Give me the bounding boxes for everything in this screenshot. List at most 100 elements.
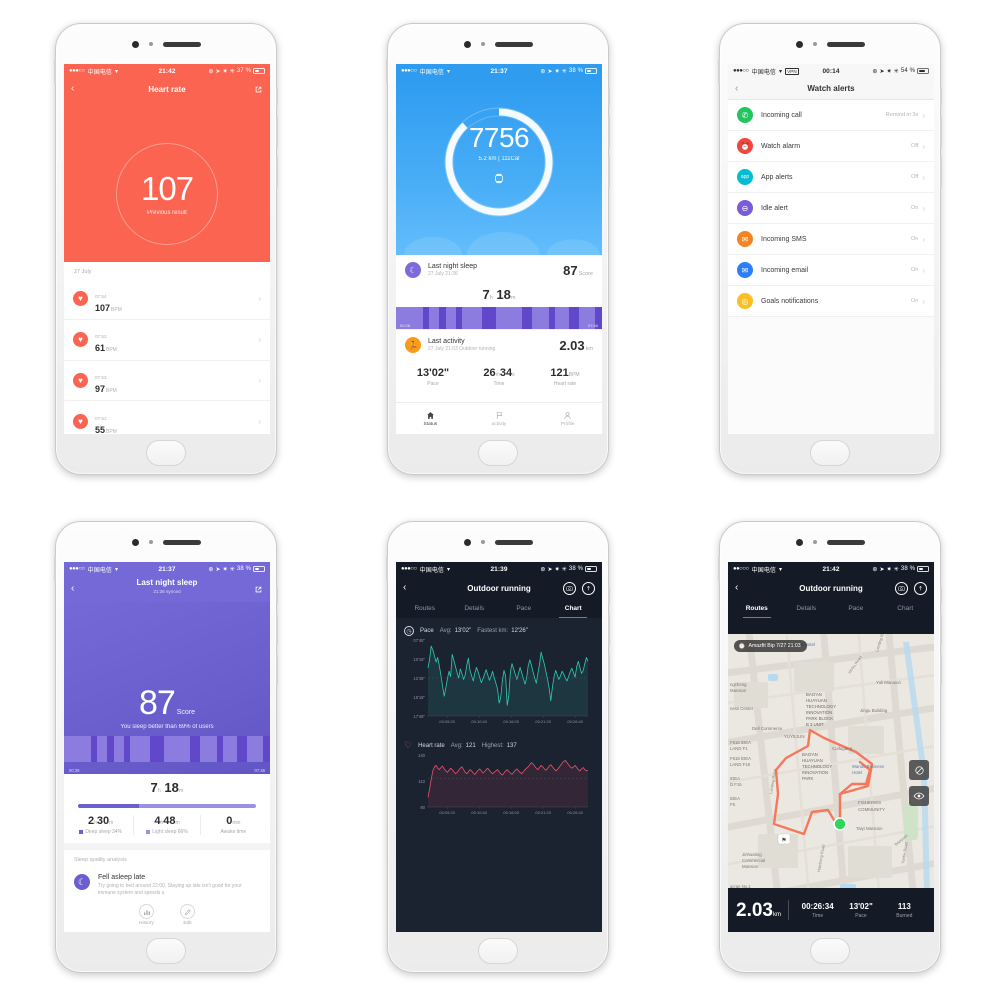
svg-text:00:16:00: 00:16:00 (503, 810, 519, 815)
svg-text:00:26:40: 00:26:40 (567, 719, 583, 724)
tab-chart[interactable]: Chart (881, 600, 931, 618)
no-satellite-icon[interactable] (909, 760, 929, 780)
history-button[interactable]: History (139, 904, 154, 926)
external-link-icon[interactable] (254, 585, 263, 594)
sleep-summary-card[interactable]: ☾ Last night sleep 27 July 21:36 87Score… (396, 255, 602, 329)
svg-text:Dell Commerce: Dell Commerce (752, 726, 783, 731)
chart-metric-avg-value: 13'02" (454, 628, 472, 634)
tab-status[interactable]: Status (396, 403, 465, 434)
stat-unit: min (232, 820, 241, 826)
table-row[interactable]: ♥ 07:53 61BPM › (64, 320, 270, 361)
wifi-icon: ▾ (115, 68, 119, 75)
steps-sub: 5.2 km | 111Cal (478, 156, 520, 162)
watch-icon: ⌚ (738, 643, 746, 650)
upload-icon[interactable] (914, 581, 927, 595)
bottom-tab-bar: Status activity Profile (396, 402, 602, 434)
heart-rate-chart-block: ♡ Heart rate Avg: 121 Highest: 137 140 11… (396, 736, 602, 827)
activity-summary-card[interactable]: 🏃 Last activity 27 July 21:03 Outdoor ru… (396, 329, 602, 395)
tab-details[interactable]: Details (450, 600, 500, 618)
tab-pace[interactable]: Pace (831, 600, 881, 618)
home-button[interactable] (146, 938, 186, 964)
svg-text:LAND F1: LAND F1 (730, 746, 748, 751)
table-row[interactable]: ♥ 07:53 97BPM › (64, 361, 270, 402)
list-item[interactable]: ◎ Goals notifications On › (728, 286, 934, 317)
svg-text:BAO'AN: BAO'AN (806, 692, 822, 697)
home-button[interactable] (478, 938, 518, 964)
svg-text:INNOVATION: INNOVATION (806, 710, 832, 715)
tab-pace[interactable]: Pace (499, 600, 549, 618)
card-subtitle: 27 July 21:36 (428, 271, 458, 278)
table-row[interactable]: ♥ 07:52 55BPM › (64, 401, 270, 434)
table-row[interactable]: ♥ 07:54 107BPM › (64, 279, 270, 320)
analysis-title: Fell asleep late (98, 874, 146, 881)
tab-chart[interactable]: Chart (549, 600, 599, 618)
upload-icon[interactable] (582, 581, 595, 595)
activity-distance: 2.03 (559, 337, 585, 353)
section-gap (64, 843, 270, 850)
chart-metric-fastest-value: 12'26" (511, 628, 528, 634)
external-link-icon[interactable] (254, 85, 263, 94)
stat-label: Heart rate (553, 381, 577, 387)
stat-value-2: 48 (163, 815, 176, 827)
heart-icon: ♥ (73, 332, 88, 348)
back-button[interactable]: ‹ (71, 84, 74, 94)
tab-profile[interactable]: Profile (533, 403, 602, 434)
phone-cell-map: ●●○○○ 中国电信 ▾ 21:42 ⊛ ➤ ✷ ✳ 38 % ‹ Outdoo… (664, 498, 996, 996)
tab-routes[interactable]: Routes (732, 600, 782, 618)
item-label: Incoming call (761, 111, 802, 119)
front-camera-icon (795, 40, 803, 48)
tab-label: Routes (745, 605, 768, 612)
pace-icon: ◷ (404, 626, 414, 636)
hypnogram-segment (445, 307, 456, 329)
status-bar: ●●○○○ 中国电信 ▾ 21:42 ⊛ ➤ ✷ ✳ 38 % (728, 562, 934, 576)
stat-heart-rate: 121BPM Heart rate (532, 367, 598, 387)
stat-unit: BPM (568, 372, 580, 378)
row-value: 61 (95, 343, 106, 354)
status-bar: ●●●○○ 中国电信 ▾ 21:42 ⊛ ➤ ✷ ✳ 37 % (64, 64, 270, 78)
hypnogram-segment (246, 736, 264, 762)
nav-bar: ‹ Last night sleep 21:36 synced (64, 576, 270, 602)
list-item[interactable]: ✉ Incoming SMS On › (728, 224, 934, 255)
chart-title: Heart rate (418, 742, 445, 749)
back-button[interactable]: ‹ (735, 583, 738, 593)
tab-activity[interactable]: activity (465, 403, 534, 434)
alarm-icon: ⊛ (872, 566, 878, 573)
page-subtitle: 21:36 synced (153, 589, 181, 594)
stat-value-2: 30 (96, 815, 110, 827)
svg-text:Hotel: Hotel (852, 770, 862, 775)
back-button[interactable]: ‹ (735, 83, 738, 94)
back-button[interactable]: ‹ (403, 583, 406, 593)
edit-button[interactable]: Edit (180, 904, 195, 926)
camera-icon[interactable] (563, 581, 576, 595)
home-button[interactable] (810, 440, 850, 466)
eye-icon[interactable] (909, 786, 929, 806)
home-button[interactable] (810, 938, 850, 964)
card-subtitle: 27 July 21:03 Outdoor running (428, 346, 496, 353)
chevron-right-icon: › (922, 296, 925, 306)
list-item[interactable]: ✆ Incoming call Remind in 3s › (728, 100, 934, 131)
rotation-lock-icon: ✷ (554, 68, 560, 75)
stat-deep-sleep: 2h30m Deep sleep 34% (68, 815, 133, 835)
summary-burned: 113 Burned (883, 902, 926, 919)
summary-pace: 13'02" Pace (839, 902, 882, 919)
svg-text:ness Center: ness Center (730, 706, 754, 711)
list-item[interactable]: ⊖ Idle alert On › (728, 193, 934, 224)
location-icon: ➤ (547, 68, 553, 75)
front-camera-icon (795, 538, 803, 546)
carrier-label: 中国电信 (419, 567, 445, 574)
home-button[interactable] (146, 440, 186, 466)
tab-routes[interactable]: Routes (400, 600, 450, 618)
list-item[interactable]: ✉ Incoming email On › (728, 255, 934, 286)
home-button[interactable] (478, 440, 518, 466)
svg-text:IDEA: IDEA (730, 776, 740, 781)
battery-percent: 54 % (900, 68, 915, 74)
list-item[interactable]: ⏰ Watch alarm Off › (728, 131, 934, 162)
list-item[interactable]: app App alerts Off › (728, 162, 934, 193)
rotation-lock-icon: ✷ (886, 566, 892, 573)
tab-details[interactable]: Details (782, 600, 832, 618)
battery-icon (585, 68, 597, 74)
item-label: Idle alert (761, 204, 788, 212)
signal-dots-icon: ●●●○○ (401, 566, 417, 572)
camera-icon[interactable] (895, 581, 908, 595)
bluetooth-icon: ✳ (893, 566, 899, 573)
